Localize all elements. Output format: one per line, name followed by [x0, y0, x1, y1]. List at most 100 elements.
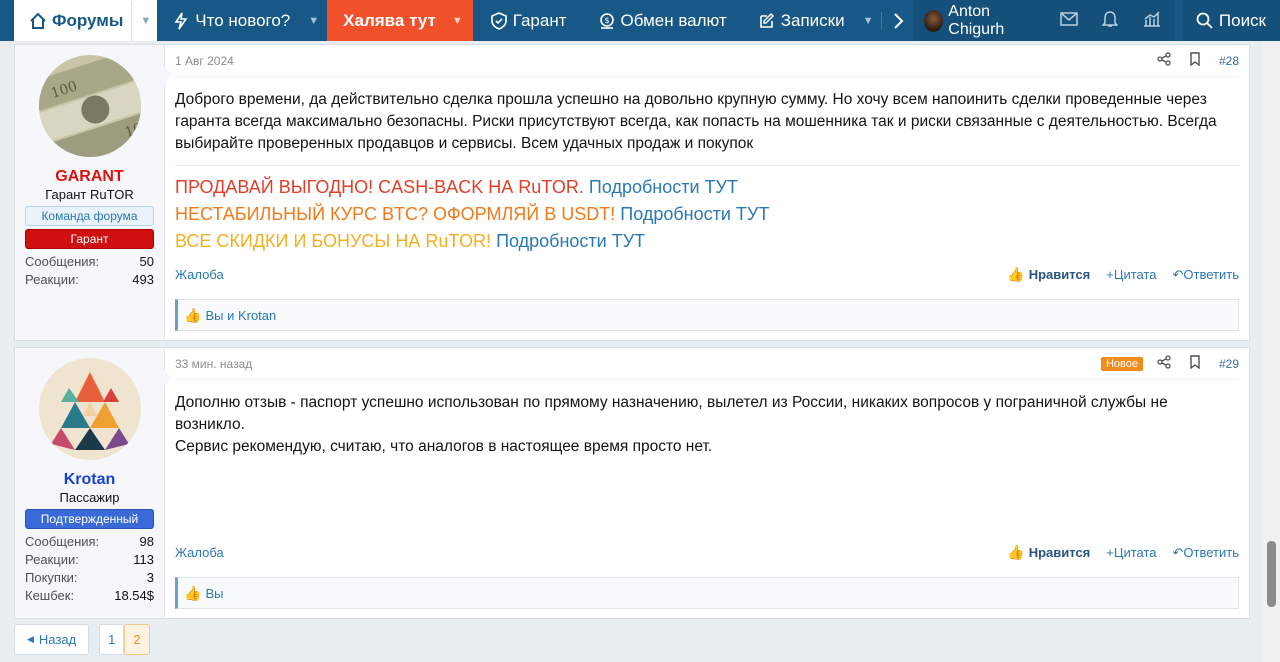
- nav-garant[interactable]: Гарант: [473, 0, 575, 41]
- signature-line: ВСЕ СКИДКИ И БОНУСЫ НА RuTOR! Подробност…: [175, 228, 1239, 255]
- page-1[interactable]: 1: [99, 624, 125, 655]
- nav-exchange-label: Обмен валют: [620, 10, 727, 30]
- post-content: 1 Авг 2024 #28 Доброго времени, да дейст…: [165, 45, 1249, 340]
- post-tools: #28: [1157, 52, 1239, 69]
- garant-badge: Гарант: [25, 229, 154, 249]
- nav-forums[interactable]: Форумы ▼: [14, 0, 158, 41]
- exchange-icon: $: [597, 11, 617, 31]
- quote-button[interactable]: +Цитата: [1106, 545, 1156, 560]
- like-button[interactable]: 👍 Нравится: [1007, 266, 1090, 283]
- nav-whats-new[interactable]: Что нового? ▼: [157, 0, 327, 41]
- shield-icon: [489, 11, 509, 31]
- inbox-button[interactable]: [1047, 0, 1090, 41]
- like-label: Нравится: [1028, 545, 1091, 560]
- post-date[interactable]: 33 мин. назад: [175, 357, 252, 371]
- stat-messages: Сообщения: 98: [25, 533, 154, 551]
- verified-badge: Подтвержденный: [25, 509, 154, 529]
- signature-text: НЕСТАБИЛЬНЫЙ КУРС BTC? ОФОРМЛЯЙ В USDT!: [175, 204, 616, 224]
- post-body: Дополню отзыв - паспорт успешно использо…: [175, 380, 1239, 458]
- signature-link[interactable]: Подробности ТУТ: [620, 204, 769, 224]
- stat-label: Реакции:: [25, 552, 79, 567]
- nav-halyava[interactable]: Халява тут ▼: [327, 0, 473, 41]
- stat-label: Реакции:: [25, 272, 79, 287]
- reactions-bar[interactable]: 👍 Вы: [175, 577, 1239, 609]
- stats-button[interactable]: [1129, 0, 1174, 41]
- username[interactable]: Krotan: [25, 470, 154, 490]
- signature-text: ВСЕ СКИДКИ И БОНУСЫ НА RuTOR!: [175, 231, 492, 251]
- quote-button[interactable]: +Цитата: [1106, 267, 1156, 282]
- nav-user-area: Anton Chigurh Поиск: [914, 0, 1280, 41]
- stat-label: Сообщения:: [25, 254, 100, 269]
- stat-purchases: Покупки: 3: [25, 569, 154, 587]
- alerts-button[interactable]: [1089, 0, 1130, 41]
- new-badge: Новое: [1100, 356, 1143, 371]
- nav-forums-label: Форумы: [52, 11, 124, 30]
- post-actions: Жалоба 👍 Нравится +Цитата ↶Ответить: [175, 266, 1239, 283]
- search-button[interactable]: Поиск: [1181, 0, 1280, 41]
- report-link[interactable]: Жалоба: [175, 545, 224, 560]
- post-header: 33 мин. назад Новое #29: [175, 348, 1239, 380]
- reactions-bar[interactable]: 👍 Вы и Krotan: [175, 299, 1239, 331]
- avatar: [924, 9, 944, 32]
- scrollbar-thumb[interactable]: [1267, 541, 1276, 607]
- nav-user[interactable]: Anton Chigurh: [914, 0, 1048, 41]
- share-icon[interactable]: [1157, 355, 1171, 372]
- avatar[interactable]: 100 100: [38, 55, 141, 157]
- avatar[interactable]: [38, 358, 141, 460]
- scrollbar[interactable]: [1263, 41, 1280, 662]
- like-label: Нравится: [1028, 267, 1091, 282]
- report-link[interactable]: Жалоба: [175, 267, 224, 282]
- post-body: Доброго времени, да действительно сделка…: [175, 91, 1217, 152]
- mail-icon: [1060, 12, 1078, 29]
- search-icon: [1196, 12, 1213, 29]
- search-label: Поиск: [1218, 10, 1266, 30]
- user-title: Пассажир: [59, 490, 120, 505]
- signature-link[interactable]: Подробности ТУТ: [496, 231, 645, 251]
- share-icon[interactable]: [1157, 52, 1171, 69]
- reactions-text[interactable]: Вы и Krotan: [205, 308, 276, 323]
- chevron-left-icon: ◀: [27, 634, 34, 644]
- post-body-line: Дополню отзыв - паспорт успешно использо…: [175, 394, 1168, 433]
- post-actions: Жалоба 👍 Нравится +Цитата ↶Ответить: [175, 544, 1239, 561]
- reply-button[interactable]: ↶Ответить: [1173, 267, 1239, 283]
- post-number[interactable]: #29: [1219, 357, 1239, 371]
- post-29: Krotan Пассажир Подтвержденный Сообщения…: [14, 347, 1250, 619]
- nav-notes[interactable]: Записки ▼: [735, 0, 882, 41]
- quote-label: Цитата: [1113, 545, 1157, 560]
- chevron-down-icon[interactable]: ▼: [863, 15, 874, 27]
- chevron-down-icon[interactable]: ▼: [308, 15, 319, 27]
- stat-value: 493: [132, 272, 154, 287]
- top-nav: Форумы ▼ Что нового? ▼ Халява тут ▼ Гара…: [0, 0, 1280, 41]
- stat-messages: Сообщения: 50: [25, 253, 154, 271]
- stat-label: Сообщения:: [25, 534, 100, 549]
- home-icon: [28, 11, 48, 31]
- chevron-right-icon[interactable]: [882, 0, 914, 41]
- chevron-down-icon[interactable]: ▼: [452, 15, 463, 27]
- post-date[interactable]: 1 Авг 2024: [175, 54, 234, 68]
- bookmark-icon[interactable]: [1189, 355, 1201, 372]
- bell-icon: [1101, 10, 1119, 31]
- user-info: Krotan Пассажир Подтвержденный Сообщения…: [15, 348, 172, 618]
- nav-username: Anton Chigurh: [948, 2, 1005, 38]
- nav-exchange[interactable]: $ Обмен валют: [575, 0, 735, 41]
- signature-line: ПРОДАВАЙ ВЫГОДНО! CASH-BACK НА RuTOR. По…: [175, 174, 1239, 201]
- thumbs-up-icon: 👍: [1007, 266, 1025, 282]
- post-number[interactable]: #28: [1219, 54, 1239, 68]
- post-action-buttons: 👍 Нравится +Цитата ↶Ответить: [1007, 266, 1239, 283]
- signature-link[interactable]: Подробности ТУТ: [589, 177, 738, 197]
- post-action-buttons: 👍 Нравится +Цитата ↶Ответить: [1007, 544, 1239, 561]
- like-button[interactable]: 👍 Нравится: [1007, 544, 1090, 561]
- reply-label: Ответить: [1183, 544, 1239, 560]
- post-body-line: Сервис рекомендую, считаю, что аналогов …: [175, 438, 713, 455]
- chevron-down-icon[interactable]: ▼: [131, 1, 151, 41]
- reactions-text[interactable]: Вы: [205, 586, 223, 601]
- reply-icon: ↶: [1172, 544, 1184, 560]
- bookmark-icon[interactable]: [1189, 52, 1201, 69]
- reply-label: Ответить: [1183, 266, 1239, 282]
- username[interactable]: GARANT: [25, 167, 154, 187]
- reply-button[interactable]: ↶Ответить: [1173, 545, 1239, 561]
- plus-icon: +: [1106, 545, 1114, 560]
- prev-page-button[interactable]: ◀ Назад: [14, 624, 90, 655]
- svg-text:$: $: [604, 16, 609, 25]
- page-2-current[interactable]: 2: [124, 624, 150, 655]
